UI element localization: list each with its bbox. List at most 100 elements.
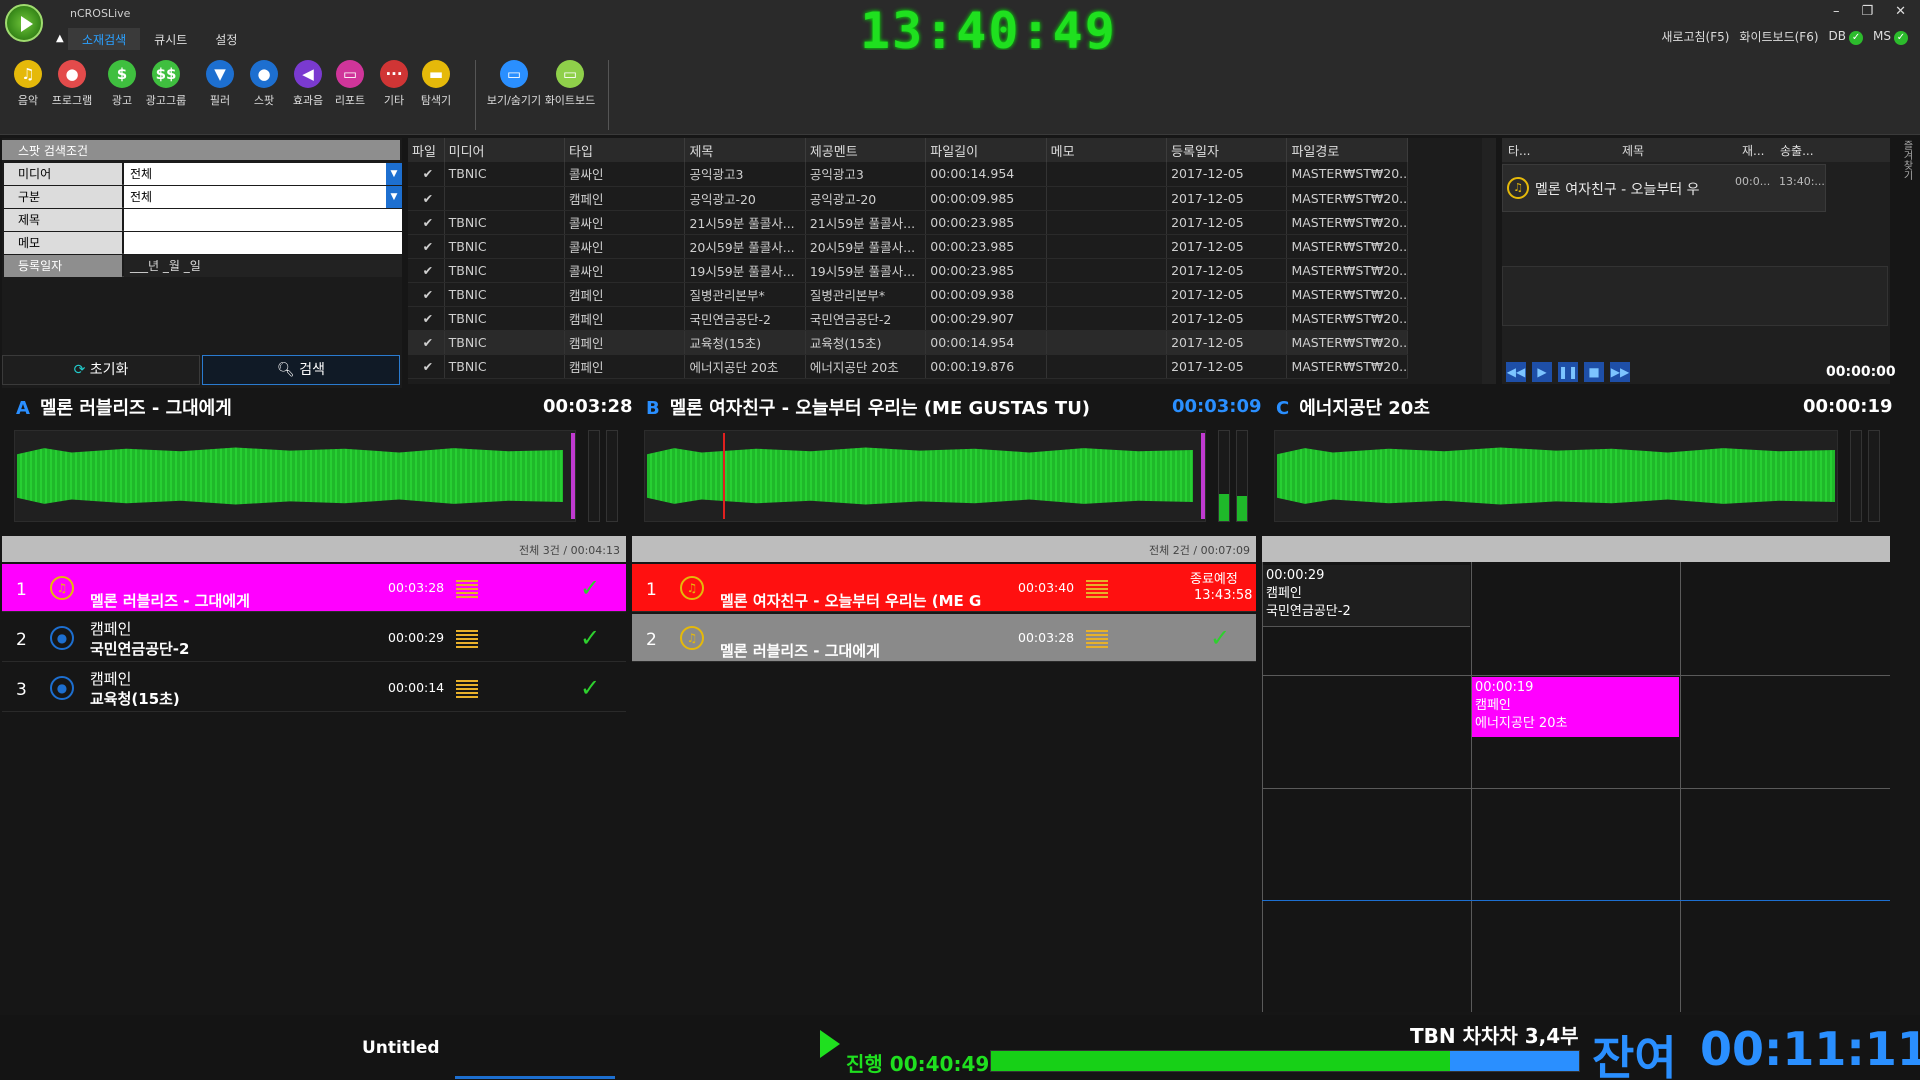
row-title: 멜론 러블리즈 - 그대에게 (90, 592, 250, 610)
restore-icon[interactable]: ❐ (1861, 4, 1873, 19)
whiteboard-button[interactable]: 화이트보드(F6) (1739, 28, 1818, 45)
toolbar-window-button[interactable]: ▭ 보기/숨기기 (484, 60, 544, 108)
toolbar-label: 프로그램 (51, 94, 93, 107)
table-cell: 콜싸인 (564, 258, 686, 283)
playlist-a-row[interactable]: 1 ♫ 멜론 러블리즈 - 그대에게 00:03:28 ✓ (2, 564, 626, 612)
remaining-time: 00:11:11 (1700, 1022, 1920, 1076)
column-header[interactable]: 타... (1508, 142, 1530, 159)
pause-icon[interactable]: ❚❚ (1558, 362, 1578, 382)
check-icon: ✓ (580, 574, 601, 602)
deck-a-waveform[interactable] (14, 430, 576, 522)
column-header[interactable]: 타입 (564, 138, 686, 162)
rewind-icon[interactable]: ◀◀ (1506, 362, 1526, 382)
media-field: 미디어 전체 ▼ (4, 163, 402, 185)
table-row[interactable]: ✔ TBNIC 캠페인 질병관리본부* 질병관리본부* 00:00:09.938 2017-… (408, 282, 1408, 307)
column-header[interactable]: 재... (1742, 142, 1764, 159)
table-cell: 19시59분 풀콜사... (805, 258, 927, 283)
check-icon: ✔ (408, 210, 445, 235)
block-time: 00:00:29 (1266, 568, 1325, 583)
table-row[interactable]: ✔ TBNIC 콜싸인 20시59분 풀콜사... 20시59분 풀콜사... 00:00… (408, 234, 1408, 259)
favorites-tab[interactable]: 즐겨찾기 (1894, 140, 1914, 200)
table-cell (1046, 330, 1168, 355)
toolbar-dollar-button[interactable]: $ 광고 (100, 60, 144, 108)
deck-b-waveform[interactable] (644, 430, 1206, 522)
media-select[interactable]: 전체 (124, 163, 402, 185)
column-header[interactable]: 제목 (1622, 142, 1644, 159)
table-row[interactable]: ✔ TBNIC 캠페인 교육청(15초) 교육청(15초) 00:00:14.954 201… (408, 330, 1408, 355)
deck-c-waveform[interactable] (1274, 430, 1838, 522)
toolbar-dollar-group-button[interactable]: $$ 광고그룹 (144, 60, 188, 108)
toolbar-folder-report-button[interactable]: ▭ 리포트 (328, 60, 372, 108)
table-cell: TBNIC (444, 330, 566, 355)
playlist-b-row[interactable]: 2 ♫ 멜론 러블리즈 - 그대에게 00:03:28 ✓ (632, 614, 1256, 662)
toolbar-folder-button[interactable]: ▬ 탐색기 (414, 60, 458, 108)
refresh-button[interactable]: 새로고침(F5) (1661, 28, 1729, 45)
column-header[interactable]: 메모 (1046, 138, 1168, 162)
transport-controls: ◀◀ ▶ ❚❚ ■ ▶▶ (1506, 362, 1630, 382)
column-header[interactable]: 미디어 (444, 138, 566, 162)
column-header[interactable]: 파일길이 (925, 138, 1047, 162)
play-icon[interactable]: ▶ (1532, 362, 1552, 382)
grid-line (1262, 900, 1890, 901)
table-row[interactable]: ✔ TBNIC 콜싸인 19시59분 풀콜사... 19시59분 풀콜사... 00:00… (408, 258, 1408, 283)
search-button[interactable]: 🔍︎ 검색 (202, 355, 400, 385)
main-clock: 13:40:49 (860, 2, 1117, 60)
grid-line (1471, 562, 1472, 1012)
table-row[interactable]: ✔ TBNIC 콜싸인 21시59분 풀콜사... 21시59분 풀콜사... 00:00… (408, 210, 1408, 235)
toolbar-whiteboard-button[interactable]: ▭ 화이트보드 (540, 60, 600, 108)
results-scrollbar[interactable] (1482, 138, 1496, 384)
toolbar-filter-button[interactable]: ▼ 필러 (198, 60, 242, 108)
schedule-block[interactable]: 00:00:19 캠페인 에너지공단 20초 (1472, 677, 1679, 737)
level-meter (1868, 430, 1880, 522)
app-logo-icon[interactable] (5, 4, 43, 42)
onair-item[interactable]: ♫ 멜론 여자친구 - 오늘부터 우 00:0... 13:40:... (1502, 164, 1826, 212)
table-row[interactable]: ✔ 캠페인 공익광고-20 공익광고-20 00:00:09.985 2017-12-05… (408, 186, 1408, 211)
column-header[interactable]: 송출... (1780, 142, 1814, 159)
db-label: DB (1828, 28, 1847, 43)
table-row[interactable]: ✔ TBNIC 캠페인 에너지공단 20초 에너지공단 20초 00:00:19.876 2… (408, 354, 1408, 379)
toolbar-microphone-button[interactable]: ● 프로그램 (50, 60, 94, 108)
ribbon-tabs: 소재검색 큐시트 설정 (50, 28, 251, 50)
table-cell: 00:00:09.938 (925, 282, 1047, 307)
column-header[interactable]: 제목 (684, 138, 806, 162)
fast-forward-icon[interactable]: ▶▶ (1610, 362, 1630, 382)
column-header[interactable]: 제공멘트 (805, 138, 927, 162)
column-header[interactable]: 파일경로 (1286, 138, 1408, 162)
toolbar-pin-button[interactable]: ● 스팟 (242, 60, 286, 108)
row-end-time: 13:43:58 (1194, 588, 1253, 603)
playlist-b-row[interactable]: 1 ♫ 멜론 여자친구 - 오늘부터 우리는 (ME G 00:03:40 종료… (632, 564, 1256, 612)
tab-settings[interactable]: 설정 (201, 28, 251, 50)
playlist-a-row[interactable]: 3 ● 캠페인 교육청(15초) 00:00:14 ✓ (2, 664, 626, 712)
toolbar-music-button[interactable]: ♫ 음악 (6, 60, 50, 108)
memo-input[interactable] (124, 232, 402, 254)
table-cell (1046, 234, 1168, 259)
deck-b-title: B 멜론 여자친구 - 오늘부터 우리는 (ME GUSTAS TU) (646, 394, 1090, 420)
playlist-a-row[interactable]: 2 ● 캠페인 국민연금공단-2 00:00:29 ✓ (2, 614, 626, 662)
date-input[interactable]: ___년 _월 _일 (124, 255, 402, 277)
chevron-down-icon[interactable]: ▼ (386, 163, 402, 185)
minimize-icon[interactable]: – (1833, 4, 1840, 19)
level-bars-icon (456, 578, 478, 598)
toolbar-more-button[interactable]: ··· 기타 (372, 60, 416, 108)
tab-cuesheet[interactable]: 큐시트 (140, 28, 201, 50)
reset-button[interactable]: ⟳ 초기화 (2, 355, 200, 385)
close-icon[interactable]: ✕ (1895, 4, 1906, 19)
ms-ok-icon: ✓ (1894, 30, 1908, 45)
table-row[interactable]: ✔ TBNIC 캠페인 국민연금공단-2 국민연금공단-2 00:00:29.907 201… (408, 306, 1408, 331)
toolbar-speaker-button[interactable]: ◀ 효과음 (286, 60, 330, 108)
chevron-down-icon[interactable]: ▼ (386, 186, 402, 208)
stop-icon[interactable]: ■ (1584, 362, 1604, 382)
category-select[interactable]: 전체 (124, 186, 402, 208)
title-input[interactable] (124, 209, 402, 231)
block-title: 에너지공단 20초 (1475, 716, 1568, 731)
toolbar-label: 효과음 (292, 94, 324, 107)
status-links: 새로고침(F5) 화이트보드(F6) DB ✓ MS ✓ (1661, 28, 1908, 45)
row-title: 멜론 러블리즈 - 그대에게 (720, 642, 880, 660)
column-header[interactable]: 파일 (408, 138, 445, 162)
table-row[interactable]: ✔ TBNIC 콜싸인 공익광고3 공익광고3 00:00:14.954 2017-12-0… (408, 162, 1408, 187)
deck-b-cue-marker (1201, 433, 1205, 519)
schedule-block[interactable]: 00:00:29 캠페인 국민연금공단-2 (1263, 565, 1470, 627)
check-icon: ✓ (1210, 624, 1231, 652)
tab-source-search[interactable]: 소재검색 (68, 28, 141, 50)
column-header[interactable]: 등록일자 (1166, 138, 1288, 162)
